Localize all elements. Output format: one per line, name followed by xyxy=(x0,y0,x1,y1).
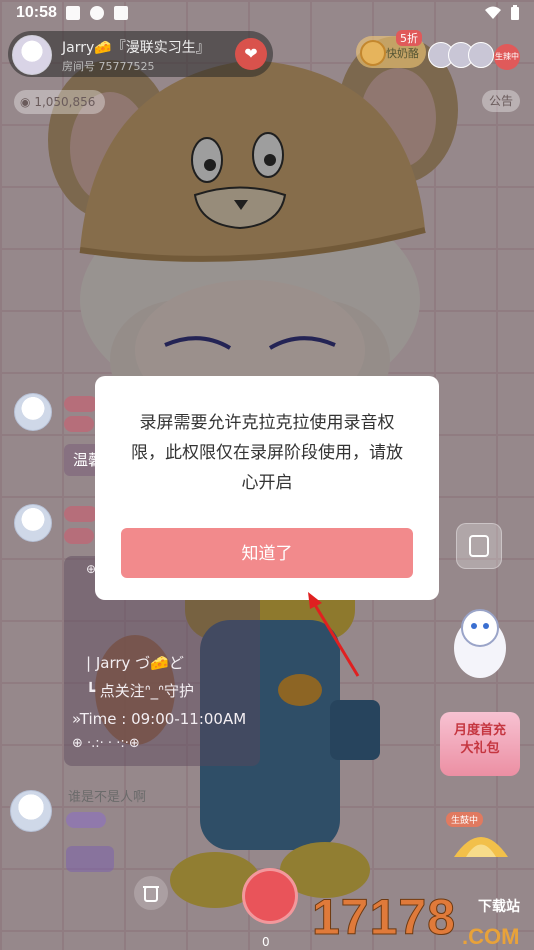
annotation-arrow xyxy=(308,592,360,677)
